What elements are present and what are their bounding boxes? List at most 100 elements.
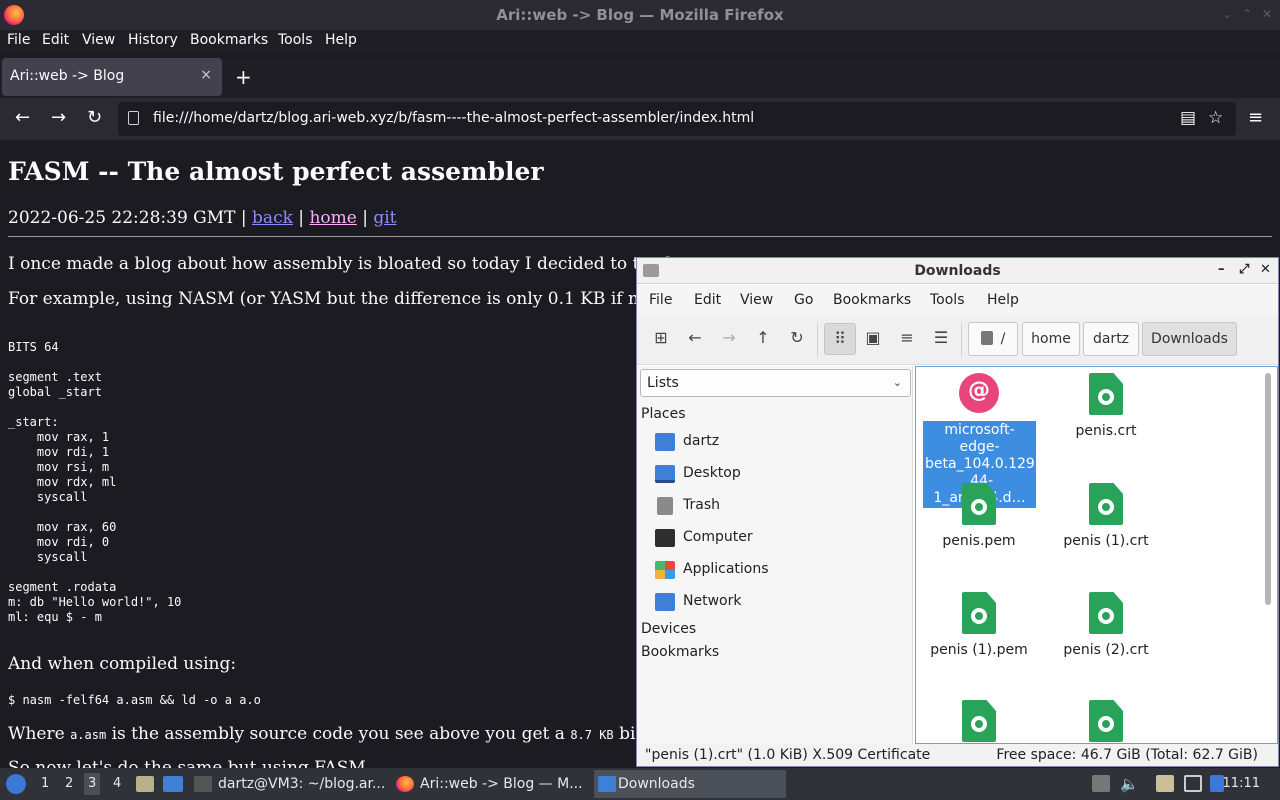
task-downloads[interactable]: Downloads xyxy=(594,770,786,798)
workspace-1[interactable]: 1 xyxy=(41,776,49,791)
scrollbar[interactable] xyxy=(1265,373,1271,605)
firefox-icon xyxy=(396,776,414,792)
menu-history[interactable]: History xyxy=(128,32,178,48)
bookmarks-header[interactable]: Bookmarks xyxy=(641,644,719,660)
reader-view-icon[interactable]: ▤ xyxy=(1180,108,1196,128)
fm-menu-file[interactable]: File xyxy=(649,292,672,308)
paragraph: I once made a blog about how assembly is… xyxy=(8,254,679,274)
reload-button[interactable]: ↻ xyxy=(87,107,102,128)
back-button[interactable]: ← xyxy=(15,107,30,128)
file-icon-view[interactable]: @ microsoft-edge-beta_104.0.1293.44-1_am… xyxy=(915,366,1278,744)
certificate-icon xyxy=(962,483,996,525)
toolbar-separator xyxy=(961,323,962,357)
desktop-icon xyxy=(655,465,675,483)
breadcrumb-downloads[interactable]: Downloads xyxy=(1142,322,1237,356)
task-firefox[interactable]: Ari::web -> Blog — M... xyxy=(396,770,588,798)
tab-label: Ari::web -> Blog xyxy=(10,68,125,84)
url-bar[interactable]: file:///home/dartz/blog.ari-web.xyz/b/fa… xyxy=(118,102,1236,136)
tab-bar: Ari::web -> Blog × + xyxy=(0,58,1280,98)
fm-menu-view[interactable]: View xyxy=(740,292,773,308)
drive-icon xyxy=(980,331,993,345)
place-desktop[interactable]: Desktop xyxy=(655,462,905,486)
place-trash[interactable]: Trash xyxy=(655,494,905,518)
start-menu-icon[interactable] xyxy=(6,774,26,794)
file-manager-titlebar[interactable]: Downloads – ⤢ ✕ xyxy=(637,258,1278,284)
detail-view-icon[interactable]: ☰ xyxy=(927,328,955,347)
maximize-icon[interactable]: ⌃ xyxy=(1242,7,1252,21)
computer-icon xyxy=(655,529,675,547)
menu-tools[interactable]: Tools xyxy=(278,32,313,48)
git-link[interactable]: git xyxy=(373,208,396,228)
clipboard-icon[interactable] xyxy=(1156,775,1174,792)
tab-close-icon[interactable]: × xyxy=(200,67,212,83)
menu-edit[interactable]: Edit xyxy=(42,32,69,48)
task-terminal[interactable]: dartz@VM3: ~/blog.ar... xyxy=(194,770,390,798)
file-item[interactable]: penis (1).crt xyxy=(1045,483,1167,550)
file-item[interactable]: penis.pem xyxy=(918,483,1040,550)
new-tab-icon[interactable]: ⊞ xyxy=(647,328,675,347)
close-icon[interactable]: ✕ xyxy=(1260,262,1271,277)
forward-icon[interactable]: → xyxy=(715,328,743,347)
breadcrumb-home[interactable]: home xyxy=(1022,322,1080,356)
page-info-icon[interactable] xyxy=(128,111,139,125)
place-network[interactable]: Network xyxy=(655,590,905,614)
breadcrumb-root[interactable]: / xyxy=(968,322,1018,356)
up-icon[interactable]: ↑ xyxy=(749,328,777,347)
side-pane-mode-select[interactable]: Lists ⌄ xyxy=(640,369,911,397)
file-item[interactable] xyxy=(918,700,1040,742)
place-computer[interactable]: Computer xyxy=(655,526,905,550)
bookmark-star-icon[interactable]: ☆ xyxy=(1208,108,1223,128)
network-tray-icon[interactable] xyxy=(1184,775,1202,792)
menu-bookmarks[interactable]: Bookmarks xyxy=(190,32,268,48)
applications-icon xyxy=(655,561,675,579)
certificate-icon xyxy=(1089,483,1123,525)
new-tab-button[interactable]: + xyxy=(235,65,252,89)
back-link[interactable]: back xyxy=(252,208,293,228)
menu-file[interactable]: File xyxy=(7,32,30,48)
file-item[interactable]: penis.crt xyxy=(1045,373,1167,440)
compact-view-icon[interactable]: ≡ xyxy=(893,328,921,347)
place-applications[interactable]: Applications xyxy=(655,558,905,582)
file-item[interactable]: penis (1).pem xyxy=(918,592,1040,659)
workspace-3[interactable]: 3 xyxy=(84,773,101,795)
fm-menu-bookmarks[interactable]: Bookmarks xyxy=(833,292,911,308)
maximize-icon[interactable]: ⤢ xyxy=(1239,262,1249,277)
inline-code: a.asm xyxy=(70,728,107,742)
home-link[interactable]: home xyxy=(309,208,356,228)
fm-menu-help[interactable]: Help xyxy=(987,292,1019,308)
certificate-icon xyxy=(1089,592,1123,634)
url-text[interactable]: file:///home/dartz/blog.ari-web.xyz/b/fa… xyxy=(153,110,754,126)
separator: | xyxy=(298,208,305,228)
close-icon[interactable]: ✕ xyxy=(1262,7,1272,21)
desktop-launcher-icon[interactable] xyxy=(163,776,183,792)
file-item[interactable]: penis (2).crt xyxy=(1045,592,1167,659)
tab-blog[interactable]: Ari::web -> Blog × xyxy=(2,58,222,96)
app-menu-icon[interactable]: ≡ xyxy=(1248,107,1263,128)
fm-menu-tools[interactable]: Tools xyxy=(930,292,965,308)
places-header[interactable]: Places xyxy=(641,406,686,422)
file-manager-window: Downloads – ⤢ ✕ File Edit View Go Bookma… xyxy=(636,257,1279,767)
devices-header[interactable]: Devices xyxy=(641,621,696,637)
fm-menu-go[interactable]: Go xyxy=(794,292,813,308)
window-title: Ari::web -> Blog — Mozilla Firefox xyxy=(496,6,784,24)
workspace-2[interactable]: 2 xyxy=(65,776,73,791)
volume-icon[interactable]: 🔈 xyxy=(1120,775,1139,793)
reload-icon[interactable]: ↻ xyxy=(783,328,811,347)
menu-help[interactable]: Help xyxy=(325,32,357,48)
minimize-icon[interactable]: – xyxy=(1218,262,1225,277)
tray-app-icon[interactable] xyxy=(1092,775,1110,792)
breadcrumb-dartz[interactable]: dartz xyxy=(1083,322,1139,356)
icon-view-icon[interactable]: ⠿ xyxy=(824,323,856,355)
menu-view[interactable]: View xyxy=(82,32,115,48)
file-manager-launcher-icon[interactable] xyxy=(136,776,154,792)
minimize-icon[interactable]: ⌄ xyxy=(1222,7,1232,21)
article-title: FASM -- The almost perfect assembler xyxy=(8,157,544,186)
terminal-icon xyxy=(194,776,212,792)
forward-button[interactable]: → xyxy=(51,107,66,128)
fm-menu-edit[interactable]: Edit xyxy=(694,292,721,308)
thumbnail-view-icon[interactable]: ▣ xyxy=(859,328,887,347)
place-dartz[interactable]: dartz xyxy=(655,430,905,454)
workspace-4[interactable]: 4 xyxy=(113,776,121,791)
file-item[interactable] xyxy=(1045,700,1167,742)
back-icon[interactable]: ← xyxy=(681,328,709,347)
